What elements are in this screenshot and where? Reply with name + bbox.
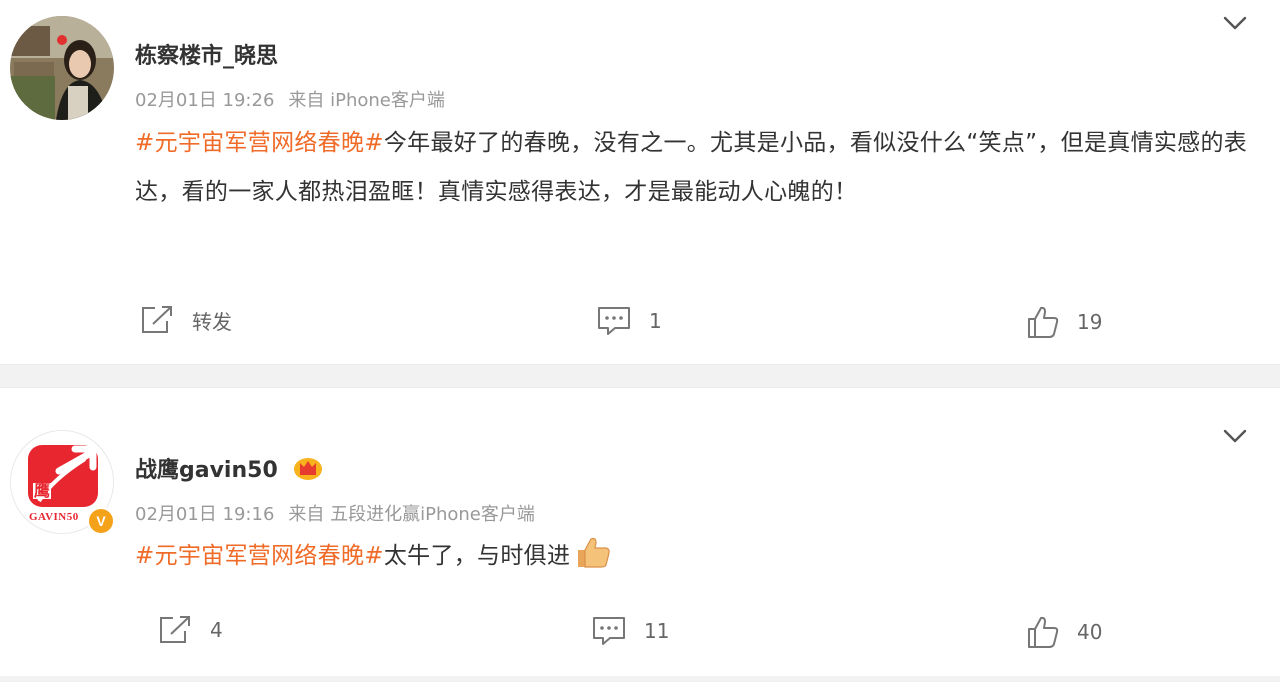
avatar[interactable]: 鹰 GAVIN50 V bbox=[10, 430, 115, 535]
username-text: 战鹰gavin50 bbox=[135, 458, 278, 483]
like-count: 19 bbox=[1077, 310, 1103, 334]
verified-badge: V bbox=[87, 507, 115, 535]
topic-link[interactable]: #元宇宙军营网络春晚# bbox=[135, 543, 384, 569]
post-card: 鹰 GAVIN50 V 战鹰gavin50 02月01日 19:16 来自 五段进… bbox=[0, 388, 1280, 676]
repost-count: 4 bbox=[210, 618, 223, 642]
post-text: 太牛了，与时俱进 bbox=[383, 543, 571, 569]
comment-count: 1 bbox=[649, 309, 662, 333]
chevron-down-icon[interactable] bbox=[1222, 423, 1248, 449]
post-source: 来自 五段进化赢iPhone客户端 bbox=[288, 504, 535, 525]
repost-icon bbox=[160, 616, 190, 643]
like-button[interactable]: 19 bbox=[1027, 305, 1102, 339]
comment-button[interactable]: 11 bbox=[592, 615, 669, 647]
like-count: 40 bbox=[1077, 620, 1103, 644]
username[interactable]: 栋察楼市_晓思 bbox=[135, 38, 278, 70]
post-source: 来自 iPhone客户端 bbox=[288, 90, 445, 111]
topic-link[interactable]: #元宇宙军营网络春晚# bbox=[135, 130, 384, 156]
repost-button[interactable]: 4 bbox=[158, 615, 223, 645]
avatar-logo-text: 鹰 bbox=[33, 481, 52, 500]
post-content: #元宇宙军营网络春晚#太牛了，与时俱进 bbox=[135, 532, 1250, 581]
post-separator bbox=[0, 364, 1280, 388]
comment-icon bbox=[593, 617, 625, 645]
post-date[interactable]: 02月01日 19:16 bbox=[135, 504, 274, 525]
comment-count: 11 bbox=[644, 619, 670, 643]
repost-icon bbox=[142, 306, 172, 333]
post-content: #元宇宙军营网络春晚#今年最好了的春晚，没有之一。尤其是小品，看似没什么“笑点”… bbox=[135, 119, 1250, 217]
thumbs-up-emoji bbox=[578, 537, 611, 568]
avatar-caption: GAVIN50 bbox=[29, 511, 79, 523]
like-button[interactable]: 40 bbox=[1027, 615, 1102, 649]
repost-label: 转发 bbox=[192, 309, 232, 334]
chevron-down-icon[interactable] bbox=[1222, 10, 1248, 36]
post-card: 栋察楼市_晓思 02月01日 19:26 来自 iPhone客户端 #元宇宙军营网… bbox=[0, 0, 1280, 364]
username[interactable]: 战鹰gavin50 bbox=[135, 452, 323, 484]
like-icon bbox=[1028, 616, 1059, 648]
crown-icon bbox=[294, 458, 323, 480]
comment-button[interactable]: 1 bbox=[597, 305, 662, 337]
repost-button[interactable]: 转发 bbox=[140, 305, 232, 335]
post-meta: 02月01日 19:26 来自 iPhone客户端 bbox=[135, 86, 445, 112]
comment-icon bbox=[598, 307, 630, 335]
like-icon bbox=[1028, 306, 1059, 338]
post-meta: 02月01日 19:16 来自 五段进化赢iPhone客户端 bbox=[135, 500, 535, 526]
post-date[interactable]: 02月01日 19:26 bbox=[135, 90, 274, 111]
post-separator bbox=[0, 676, 1280, 682]
avatar[interactable] bbox=[10, 16, 114, 120]
